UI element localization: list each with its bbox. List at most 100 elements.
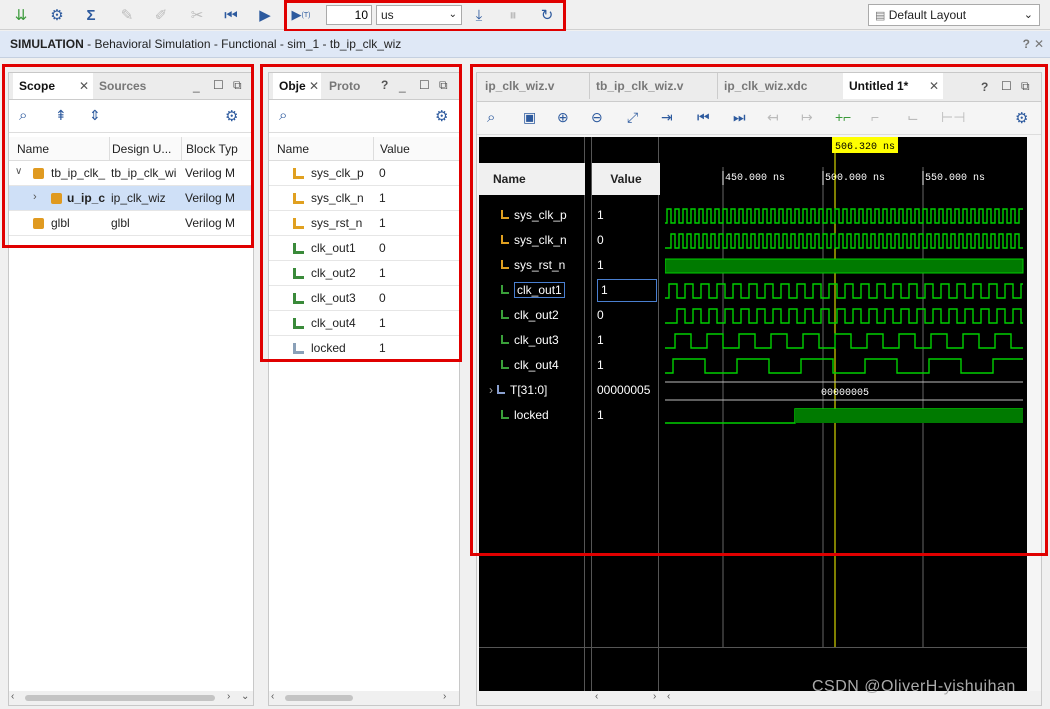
objects-h-scrollbar[interactable]: ‹ › (269, 691, 459, 705)
prev-transition-icon[interactable]: ↤ (767, 109, 779, 126)
go-to-end-icon[interactable]: ⏭ (733, 109, 746, 126)
next-transition-icon[interactable]: ↦ (801, 109, 813, 126)
next-marker-icon[interactable]: ⌙ (907, 109, 919, 126)
col-name[interactable]: Name (277, 137, 369, 161)
scroll-left-icon[interactable]: ‹ (271, 691, 274, 702)
float-icon[interactable]: ⧉ (439, 78, 448, 93)
restart-icon[interactable]: ⏮ (220, 4, 242, 26)
table-row[interactable]: clk_out3 0 (269, 286, 459, 311)
float-icon[interactable]: ⧉ (1021, 79, 1030, 94)
tab-sources[interactable]: Sources (93, 73, 163, 99)
swap-cursors-icon[interactable]: ⊢⊣ (941, 109, 965, 126)
zoom-in-icon[interactable]: ⊕ (557, 109, 569, 126)
pause-icon[interactable]: ⏸ (502, 4, 524, 26)
maximize-icon[interactable]: ☐ (419, 78, 430, 92)
scroll-right-icon[interactable]: › (443, 691, 446, 702)
go-to-start-icon[interactable]: ⏮ (697, 109, 710, 126)
zoom-out-icon[interactable]: ⊖ (591, 109, 603, 126)
table-row[interactable]: clk_out2 1 (269, 261, 459, 286)
add-marker-icon[interactable]: +⌐ (835, 109, 851, 125)
table-row[interactable]: sys_clk_n 1 (269, 186, 459, 211)
wave-signal-name[interactable]: clk_out4 (501, 353, 559, 378)
run-time-unit-select[interactable]: us ⌄ (376, 5, 462, 25)
step-icon[interactable]: ⤓ (468, 4, 490, 26)
maximize-icon[interactable]: ☐ (213, 78, 224, 92)
col-value[interactable]: Value (373, 137, 433, 161)
search-icon[interactable]: ⌕ (487, 109, 495, 126)
wave-signal-name[interactable]: › T[31:0] (489, 378, 547, 403)
collapse-all-icon[interactable]: ⇞ (55, 107, 67, 124)
wave-signal-name[interactable]: clk_out3 (501, 328, 559, 353)
table-row[interactable]: glbl glbl Verilog M (9, 211, 253, 236)
tab-tb-ip-clk-wiz-v[interactable]: tb_ip_clk_wiz.v (589, 73, 715, 99)
table-row[interactable]: locked 1 (269, 336, 459, 361)
wave-value-header[interactable]: Value (592, 163, 660, 195)
search-icon[interactable]: ⌕ (19, 107, 27, 124)
tab-protocols[interactable]: Proto (323, 73, 367, 99)
chevron-right-icon[interactable]: › (489, 383, 493, 397)
gear-icon[interactable]: ⚙ (435, 107, 448, 125)
search-icon[interactable]: ⌕ (279, 107, 287, 124)
run-time-input[interactable] (326, 5, 372, 25)
close-icon[interactable]: ✕ (929, 73, 939, 99)
help-icon[interactable]: ? (981, 80, 988, 94)
table-row[interactable]: sys_rst_n 1 (269, 211, 459, 236)
scope-h-scrollbar[interactable]: ‹ › ⌄ (9, 691, 253, 705)
restart-sim-icon[interactable]: ⇊ (10, 4, 32, 26)
wave-name-header[interactable]: Name (479, 163, 585, 195)
table-row[interactable]: ∨ tb_ip_clk_ tb_ip_clk_wi Verilog M (9, 161, 253, 186)
disabled-edit-icon[interactable]: ✐ (150, 4, 172, 26)
help-icon[interactable]: ? (1023, 31, 1030, 58)
expand-all-icon[interactable]: ⇕ (89, 107, 101, 124)
scroll-thumb[interactable] (285, 695, 353, 701)
col-block-type[interactable]: Block Typ (181, 137, 241, 161)
float-icon[interactable]: ⧉ (233, 78, 242, 93)
tab-ip-clk-wiz-xdc[interactable]: ip_clk_wiz.xdc (717, 73, 841, 99)
prev-marker-icon[interactable]: ⌐ (871, 109, 879, 125)
minimize-icon[interactable]: _ (399, 79, 406, 93)
disabled-tool-icon[interactable]: ✎ (116, 4, 138, 26)
scroll-left-icon[interactable]: ‹ (11, 691, 14, 702)
minimize-icon[interactable]: _ (193, 79, 200, 93)
tab-objects[interactable]: Obje ✕ (273, 73, 321, 99)
table-row[interactable]: clk_out4 1 (269, 311, 459, 336)
close-icon[interactable]: ✕ (79, 73, 89, 99)
wave-signal-name[interactable]: sys_clk_n (501, 228, 567, 253)
waveform-plot[interactable]: 450.000 ns 500.000 ns 550.000 ns 506.320 ns… (665, 137, 1025, 693)
wave-signal-name[interactable]: clk_out1 (501, 278, 565, 303)
save-icon[interactable]: ▣ (523, 109, 536, 126)
close-icon[interactable]: ✕ (1034, 31, 1044, 58)
wave-signal-name[interactable]: sys_clk_p (501, 203, 567, 228)
table-row[interactable]: › u_ip_c ip_clk_wiz Verilog M (9, 186, 253, 211)
gear-icon[interactable]: ⚙ (1015, 109, 1028, 127)
col-name[interactable]: Name (17, 137, 107, 161)
scroll-thumb[interactable] (25, 695, 215, 701)
chevron-down-icon[interactable]: ∨ (15, 166, 22, 177)
col-design-unit[interactable]: Design U... (109, 137, 183, 161)
settings-gear-icon[interactable]: ⚙ (46, 4, 68, 26)
scroll-left-icon[interactable]: ‹ (595, 691, 598, 702)
table-row[interactable]: sys_clk_p 0 (269, 161, 459, 186)
scroll-right-icon[interactable]: › (653, 691, 656, 702)
run-all-icon[interactable]: ▶ (254, 4, 276, 26)
chevron-right-icon[interactable]: › (33, 191, 37, 203)
wave-signal-name[interactable]: locked (501, 403, 549, 428)
table-row[interactable]: clk_out1 0 (269, 236, 459, 261)
close-icon[interactable]: ✕ (309, 73, 319, 99)
tab-untitled-1[interactable]: Untitled 1* ✕ (843, 73, 943, 99)
run-for-icon[interactable]: ▶ (T) (290, 4, 312, 26)
gear-icon[interactable]: ⚙ (225, 107, 238, 125)
scroll-left-icon[interactable]: ‹ (667, 691, 670, 702)
disabled-cut-icon[interactable]: ✂ (186, 4, 208, 26)
layout-select[interactable]: ▤ Default Layout ⌄ (868, 4, 1040, 26)
tab-ip-clk-wiz-v[interactable]: ip_clk_wiz.v (479, 73, 587, 99)
wave-signal-name[interactable]: clk_out2 (501, 303, 559, 328)
zoom-fit-icon[interactable]: ⤢ (627, 109, 638, 126)
help-icon[interactable]: ? (381, 78, 388, 92)
tab-scope[interactable]: Scope ✕ (13, 73, 93, 99)
wave-signal-name[interactable]: sys_rst_n (501, 253, 565, 278)
scroll-right-icon[interactable]: › (227, 691, 230, 702)
maximize-icon[interactable]: ☐ (1001, 79, 1012, 93)
relaunch-icon[interactable]: ↻ (536, 4, 558, 26)
go-to-cursor-icon[interactable]: ⇥ (661, 109, 673, 126)
